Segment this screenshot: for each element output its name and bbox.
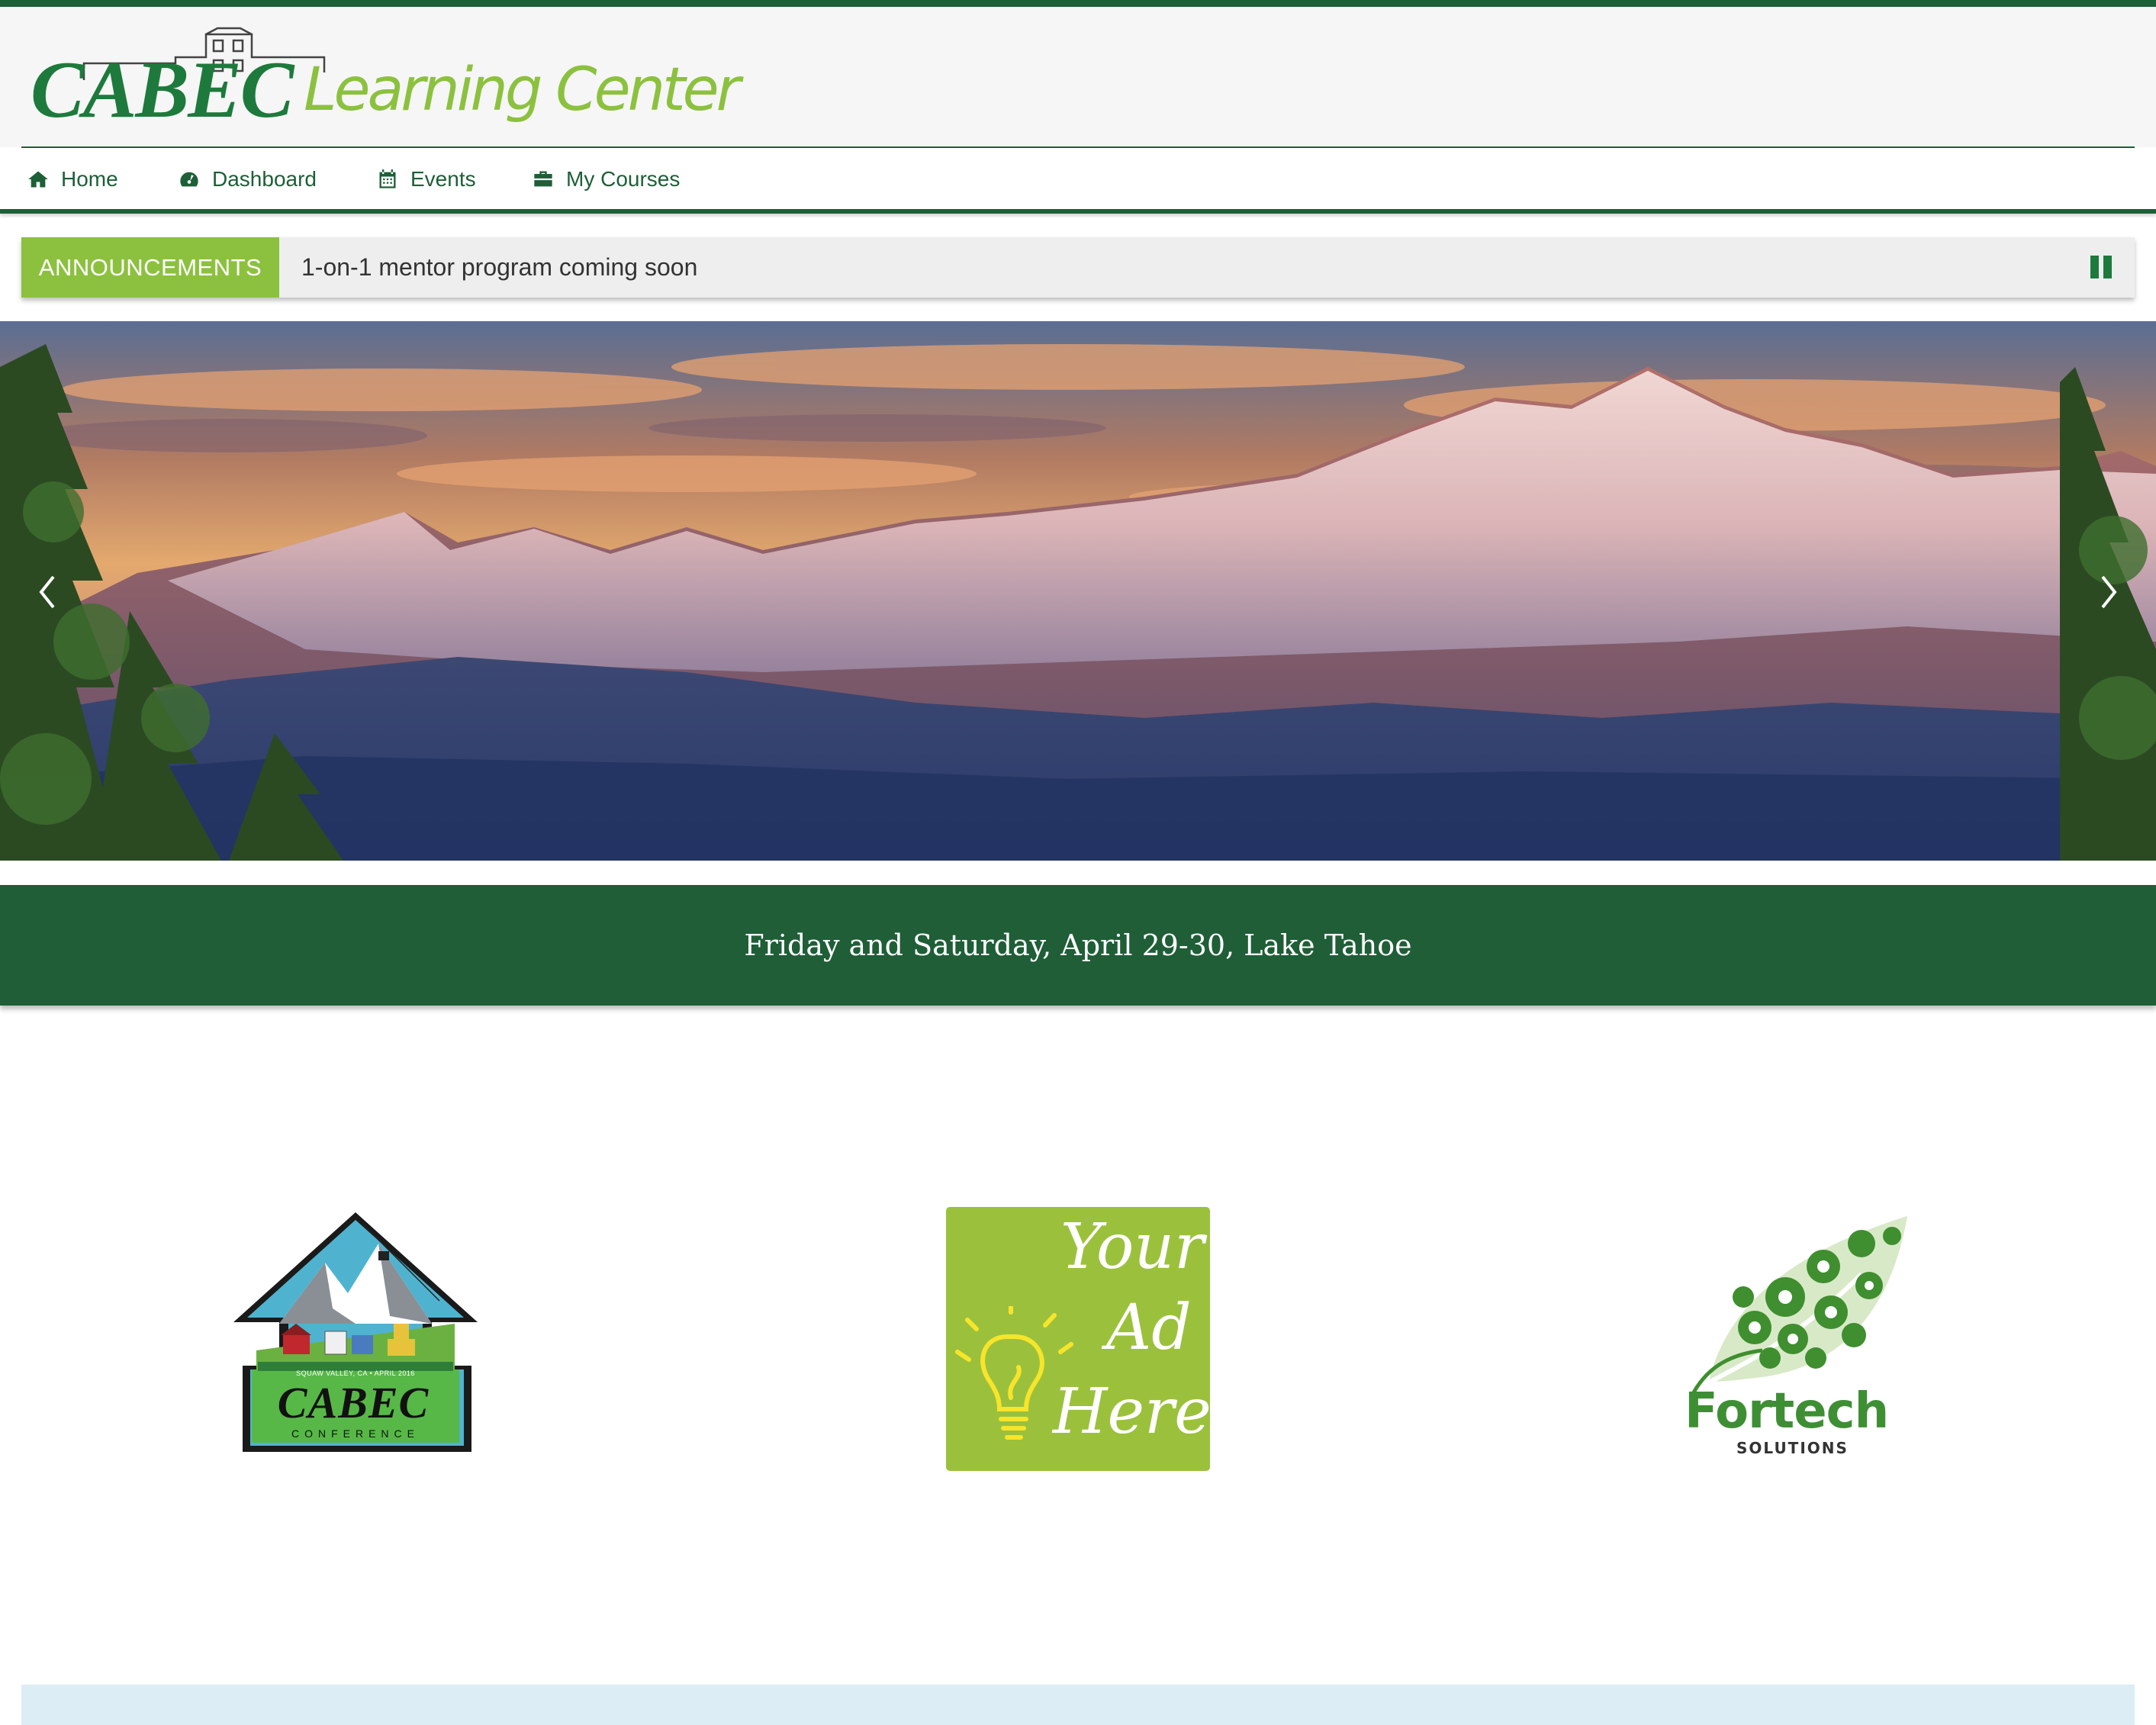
main-nav: Home Dashboard Events My Courses bbox=[0, 148, 2156, 211]
cabec-conference-ribbon: SQUAW VALLEY, CA • APRIL 2016 bbox=[296, 1369, 415, 1377]
dashboard-icon bbox=[180, 172, 198, 187]
home-icon bbox=[28, 171, 48, 188]
mountain-landscape-image bbox=[0, 321, 2156, 861]
pause-icon bbox=[2090, 256, 2099, 278]
nav-item-label: Home bbox=[61, 167, 118, 191]
carousel-next-button[interactable] bbox=[2093, 569, 2124, 615]
bottom-info-panel bbox=[21, 1685, 2135, 1725]
chevron-left-icon bbox=[39, 575, 55, 609]
calendar-icon bbox=[379, 169, 396, 188]
top-accent-strip bbox=[0, 0, 2156, 7]
cabec-conference-subtitle: CONFERENCE bbox=[291, 1427, 420, 1440]
nav-item-home[interactable]: Home bbox=[27, 148, 118, 211]
announcements-bar: ANNOUNCEMENTS 1-on-1 mentor program comi… bbox=[21, 237, 2135, 298]
logo-subtitle: Learning Center bbox=[304, 56, 741, 124]
announcements-label: ANNOUNCEMENTS bbox=[21, 237, 279, 298]
ad-line-your: Your bbox=[1060, 1211, 1205, 1283]
chevron-right-icon bbox=[2101, 575, 2117, 609]
pause-button[interactable] bbox=[2090, 256, 2112, 278]
cabec-conference-title: CABEC bbox=[277, 1378, 430, 1427]
nav-item-label: My Courses bbox=[566, 167, 681, 191]
sponsor-cabec-conference[interactable]: SQUAW VALLEY, CA • APRIL 2016 CABEC CONF… bbox=[226, 1209, 485, 1461]
leaf-gears-icon bbox=[1691, 1216, 1907, 1394]
hero-carousel bbox=[0, 321, 2156, 861]
briefcase-icon bbox=[534, 171, 552, 187]
announcement-text[interactable]: 1-on-1 mentor program coming soon bbox=[301, 237, 697, 298]
sponsor-your-ad-here[interactable]: Your Ad Here! bbox=[946, 1207, 1210, 1471]
ad-line-here: Here! bbox=[1053, 1376, 1210, 1448]
fortech-name: Fortech bbox=[1685, 1383, 1889, 1440]
fortech-subtitle: SOLUTIONS bbox=[1736, 1439, 1849, 1457]
nav-item-dashboard[interactable]: Dashboard bbox=[179, 148, 317, 211]
nav-item-label: Dashboard bbox=[212, 167, 317, 191]
nav-item-events[interactable]: Events bbox=[377, 148, 476, 211]
event-text: Friday and Saturday, April 29-30, Lake T… bbox=[744, 928, 1412, 962]
sponsor-fortech[interactable]: Fortech SOLUTIONS bbox=[1678, 1213, 1930, 1457]
nav-item-my-courses[interactable]: My Courses bbox=[533, 148, 680, 211]
site-logo[interactable]: CABEC Learning Center bbox=[31, 27, 741, 141]
logo-cabec-text: CABEC bbox=[31, 45, 294, 134]
nav-bottom-border bbox=[0, 209, 2156, 214]
event-banner: Friday and Saturday, April 29-30, Lake T… bbox=[0, 885, 2156, 1006]
nav-item-label: Events bbox=[410, 167, 476, 191]
site-header: CABEC Learning Center bbox=[0, 7, 2156, 147]
ad-line-ad: Ad bbox=[1106, 1292, 1192, 1364]
carousel-prev-button[interactable] bbox=[32, 569, 63, 615]
